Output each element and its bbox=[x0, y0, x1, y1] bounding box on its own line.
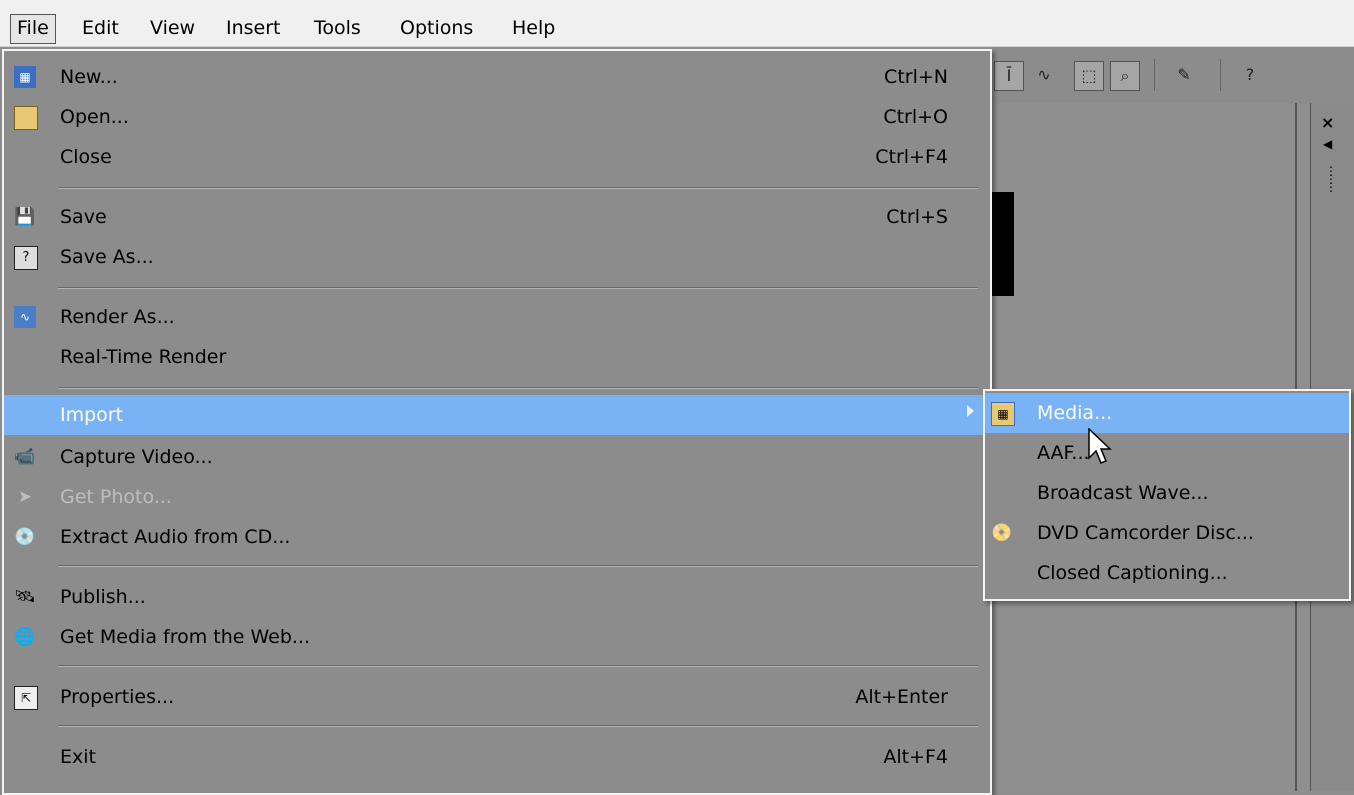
menu-item-render-as[interactable]: ∿ Render As... bbox=[4, 297, 990, 337]
grip-icon[interactable]: ⋮ ⋮ ⋮ bbox=[1325, 165, 1337, 193]
submenu-item-media[interactable]: ▦ Media... bbox=[985, 393, 1349, 433]
menu-insert[interactable]: Insert bbox=[220, 14, 287, 42]
menu-separator bbox=[58, 665, 978, 667]
dvd-camcorder-icon: 📀 bbox=[991, 523, 1013, 543]
publish-icon: 🛰 bbox=[14, 587, 36, 607]
toolbar-separator bbox=[1154, 59, 1155, 91]
mouse-cursor-icon bbox=[1088, 428, 1112, 464]
menu-item-exit[interactable]: Exit Alt+F4 bbox=[4, 737, 990, 777]
menu-item-extract-audio[interactable]: 💿 Extract Audio from CD... bbox=[4, 517, 990, 557]
media-icon: ▦ bbox=[991, 402, 1015, 426]
menu-item-publish[interactable]: 🛰 Publish... bbox=[4, 577, 990, 617]
render-icon: ∿ bbox=[14, 306, 36, 328]
menu-item-properties[interactable]: ⇱ Properties... Alt+Enter bbox=[4, 677, 990, 717]
zoom-tool-icon[interactable]: ⌕ bbox=[1110, 61, 1140, 91]
menu-options[interactable]: Options bbox=[394, 14, 479, 42]
menu-file[interactable]: File bbox=[10, 14, 56, 44]
floppy-icon: 💾 bbox=[14, 207, 36, 227]
toolbar: Ī ∿ ⬚ ⌕ ✎ ? bbox=[990, 47, 1354, 103]
envelope-tool-icon[interactable]: ∿ bbox=[1030, 61, 1058, 89]
menu-item-capture-video[interactable]: 📹 Capture Video... bbox=[4, 437, 990, 477]
menu-item-import[interactable]: Import bbox=[4, 395, 990, 435]
properties-icon: ⇱ bbox=[14, 686, 38, 710]
close-icon[interactable]: × bbox=[1321, 113, 1334, 132]
menu-item-close[interactable]: Close Ctrl+F4 bbox=[4, 137, 990, 177]
paint-tool-icon[interactable]: ✎ bbox=[1170, 61, 1198, 89]
submenu-item-dvd-camcorder[interactable]: 📀 DVD Camcorder Disc... bbox=[985, 513, 1349, 553]
get-photo-icon: ➤ bbox=[17, 487, 33, 507]
capture-video-icon: 📹 bbox=[14, 447, 36, 467]
submenu-item-aaf[interactable]: AAF... bbox=[985, 433, 1349, 473]
menu-view[interactable]: View bbox=[144, 14, 201, 42]
menu-item-get-media-web[interactable]: 🌐 Get Media from the Web... bbox=[4, 617, 990, 657]
file-menu: ▦ New... Ctrl+N Open... Ctrl+O Close Ctr… bbox=[2, 49, 992, 795]
selection-tool-icon[interactable]: ⬚ bbox=[1074, 61, 1104, 91]
menu-item-open[interactable]: Open... Ctrl+O bbox=[4, 97, 990, 137]
menu-edit[interactable]: Edit bbox=[76, 14, 125, 42]
text-cursor-icon[interactable]: Ī bbox=[994, 61, 1024, 91]
menu-separator bbox=[58, 187, 978, 189]
menu-item-save-as[interactable]: ? Save As... bbox=[4, 237, 990, 277]
extract-audio-icon: 💿 bbox=[14, 527, 36, 547]
help-pointer-icon[interactable]: ? bbox=[1236, 61, 1264, 89]
menu-item-save[interactable]: 💾 Save Ctrl+S bbox=[4, 197, 990, 237]
collapse-icon[interactable]: ◀ bbox=[1323, 137, 1332, 151]
save-as-icon: ? bbox=[14, 246, 38, 270]
folder-icon bbox=[14, 106, 38, 130]
submenu-arrow-icon bbox=[967, 405, 974, 417]
toolbar-separator bbox=[1220, 59, 1221, 91]
menu-separator bbox=[58, 725, 978, 727]
menu-item-get-photo: ➤ Get Photo... bbox=[4, 477, 990, 517]
web-media-icon: 🌐 bbox=[14, 627, 36, 647]
menu-tools[interactable]: Tools bbox=[308, 14, 367, 42]
import-submenu: ▦ Media... AAF... Broadcast Wave... 📀 DV… bbox=[983, 389, 1351, 601]
submenu-item-closed-captioning[interactable]: Closed Captioning... bbox=[985, 553, 1349, 593]
menu-help[interactable]: Help bbox=[506, 14, 561, 42]
submenu-item-broadcast-wave[interactable]: Broadcast Wave... bbox=[985, 473, 1349, 513]
menu-separator bbox=[58, 387, 978, 389]
new-project-icon: ▦ bbox=[14, 66, 36, 88]
video-preview bbox=[992, 192, 1014, 296]
menu-item-real-time-render[interactable]: Real-Time Render bbox=[4, 337, 990, 377]
menu-bar: File Edit View Insert Tools Options Help bbox=[0, 0, 1354, 47]
menu-separator bbox=[58, 287, 978, 289]
menu-item-new[interactable]: ▦ New... Ctrl+N bbox=[4, 57, 990, 97]
menu-separator bbox=[58, 565, 978, 567]
